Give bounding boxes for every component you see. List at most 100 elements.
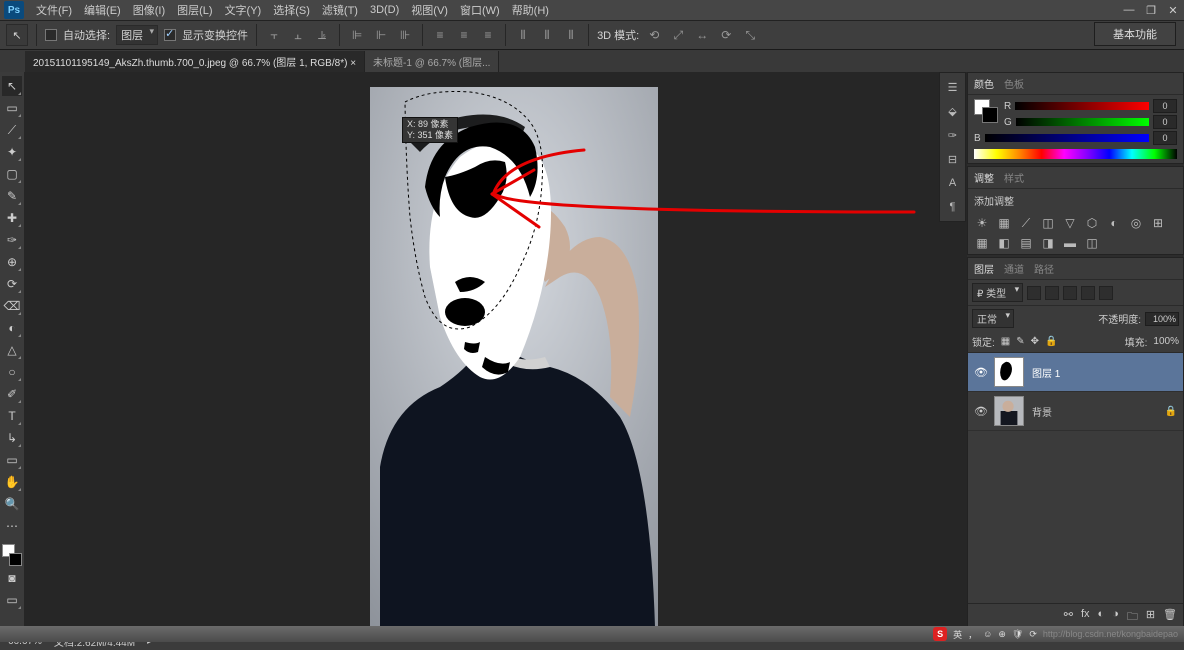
ime-sogou-icon[interactable]: S bbox=[933, 627, 947, 641]
distribute-spacing-icon-3[interactable]: ⦀ bbox=[562, 26, 580, 44]
adj-threshold-icon[interactable]: ◨ bbox=[1040, 236, 1056, 250]
tool-move[interactable]: ↖ bbox=[2, 76, 22, 96]
brushset-panel-icon[interactable]: ✑ bbox=[945, 127, 961, 143]
tool-blur[interactable]: △ bbox=[2, 340, 22, 360]
tool-shape[interactable]: ▭ bbox=[2, 450, 22, 470]
filter-adjust-icon[interactable] bbox=[1045, 286, 1059, 300]
fx-icon[interactable]: fx bbox=[1081, 608, 1090, 627]
para-panel-icon[interactable]: ¶ bbox=[945, 199, 961, 215]
adj-levels-icon[interactable]: ▦ bbox=[996, 216, 1012, 230]
tool-gradient[interactable]: ◐ bbox=[2, 318, 22, 338]
blend-mode-dropdown[interactable]: 正常 bbox=[972, 309, 1014, 328]
distribute-spacing-icon-1[interactable]: ⦀ bbox=[514, 26, 532, 44]
tool-text[interactable]: T bbox=[2, 406, 22, 426]
adj-selective-icon[interactable]: ◫ bbox=[1084, 236, 1100, 250]
hue-bar[interactable] bbox=[974, 149, 1177, 159]
filter-pixel-icon[interactable] bbox=[1027, 286, 1041, 300]
layer-name-2[interactable]: 背景 bbox=[1032, 404, 1052, 419]
3d-icon-4[interactable]: ⟳ bbox=[717, 26, 735, 44]
lock-brush-icon[interactable]: ✎ bbox=[1016, 336, 1024, 347]
adj-hue-icon[interactable]: ⬡ bbox=[1084, 216, 1100, 230]
layers-tab[interactable]: 图层 bbox=[974, 261, 994, 276]
adj-poster-icon[interactable]: ▤ bbox=[1018, 236, 1034, 250]
adj-curves-icon[interactable]: ⟋ bbox=[1018, 216, 1034, 230]
tool-zoom[interactable]: 🔍 bbox=[2, 494, 22, 514]
adj-lookup-icon[interactable]: ▦ bbox=[974, 236, 990, 250]
visibility-icon[interactable]: 👁 bbox=[974, 366, 986, 379]
opacity-value[interactable]: 100% bbox=[1145, 312, 1179, 326]
brush-panel-icon[interactable]: ⬙ bbox=[945, 103, 961, 119]
menu-help[interactable]: 帮助(H) bbox=[506, 2, 555, 18]
color-swatch[interactable] bbox=[2, 544, 22, 566]
clone-panel-icon[interactable]: ⊟ bbox=[945, 151, 961, 167]
tool-brush[interactable]: ✑ bbox=[2, 230, 22, 250]
channels-tab[interactable]: 通道 bbox=[1004, 261, 1024, 276]
adj-gradient-icon[interactable]: ▬ bbox=[1062, 236, 1078, 250]
tool-lasso[interactable]: ⟋ bbox=[2, 120, 22, 140]
align-right-icon[interactable]: ⊪ bbox=[396, 26, 414, 44]
current-tool-icon[interactable]: ↖ bbox=[6, 24, 28, 46]
tool-dodge[interactable]: ○ bbox=[2, 362, 22, 382]
mask-icon[interactable]: ◐ bbox=[1098, 608, 1105, 627]
layer-filter-kind[interactable]: ₽ 类型 bbox=[972, 283, 1023, 302]
show-transform-checkbox[interactable] bbox=[164, 29, 176, 41]
workspace-switcher[interactable]: 基本功能 bbox=[1094, 22, 1176, 46]
g-slider[interactable] bbox=[1016, 118, 1149, 126]
tool-marquee[interactable]: ▭ bbox=[2, 98, 22, 118]
trash-icon[interactable]: 🗑 bbox=[1163, 608, 1177, 627]
tray-icon[interactable]: 🛡 bbox=[1012, 629, 1023, 640]
3d-icon-3[interactable]: ↔ bbox=[693, 26, 711, 44]
tray-icon[interactable]: ☺ bbox=[983, 629, 992, 639]
layer-thumb-2[interactable] bbox=[994, 396, 1024, 426]
g-value[interactable]: 0 bbox=[1153, 115, 1177, 129]
tool-more[interactable]: ⋯ bbox=[2, 516, 22, 536]
b-value[interactable]: 0 bbox=[1153, 131, 1177, 145]
menu-file[interactable]: 文件(F) bbox=[30, 2, 78, 18]
tool-quickmask[interactable]: ◙ bbox=[2, 568, 22, 588]
tool-path[interactable]: ↳ bbox=[2, 428, 22, 448]
r-slider[interactable] bbox=[1015, 102, 1149, 110]
layer-row-1[interactable]: 👁 图层 1 bbox=[968, 353, 1183, 392]
fill-adj-icon[interactable]: ◑ bbox=[1112, 608, 1119, 627]
menu-filter[interactable]: 滤镜(T) bbox=[316, 2, 364, 18]
lock-all-icon[interactable]: 🔒 bbox=[1045, 336, 1057, 347]
document-tab-1[interactable]: 20151101195149_AksZh.thumb.700_0.jpeg @ … bbox=[25, 51, 365, 72]
layer-name-1[interactable]: 图层 1 bbox=[1032, 365, 1060, 380]
lock-move-icon[interactable]: ✥ bbox=[1031, 336, 1039, 347]
menu-window[interactable]: 窗口(W) bbox=[454, 2, 506, 18]
align-left-icon[interactable]: ⊫ bbox=[348, 26, 366, 44]
r-value[interactable]: 0 bbox=[1153, 99, 1177, 113]
styles-tab[interactable]: 样式 bbox=[1004, 170, 1024, 185]
menu-select[interactable]: 选择(S) bbox=[267, 2, 316, 18]
adj-mixer-icon[interactable]: ⊞ bbox=[1150, 216, 1166, 230]
color-swatch-pair[interactable] bbox=[974, 99, 998, 123]
adj-invert-icon[interactable]: ◧ bbox=[996, 236, 1012, 250]
tool-pen[interactable]: ✐ bbox=[2, 384, 22, 404]
menu-3d[interactable]: 3D(D) bbox=[364, 4, 405, 16]
tool-history-brush[interactable]: ⟳ bbox=[2, 274, 22, 294]
tool-heal[interactable]: ✚ bbox=[2, 208, 22, 228]
filter-smart-icon[interactable] bbox=[1099, 286, 1113, 300]
adj-brightness-icon[interactable]: ☀ bbox=[974, 216, 990, 230]
new-layer-icon[interactable]: ⊞ bbox=[1146, 608, 1155, 627]
tool-crop[interactable]: ▢ bbox=[2, 164, 22, 184]
tool-eraser[interactable]: ⌫ bbox=[2, 296, 22, 316]
distribute-icon-1[interactable]: ≡ bbox=[431, 26, 449, 44]
filter-shape-icon[interactable] bbox=[1081, 286, 1095, 300]
window-restore[interactable]: ❐ bbox=[1140, 2, 1162, 18]
window-close[interactable]: ✕ bbox=[1162, 2, 1184, 18]
menu-layer[interactable]: 图层(L) bbox=[171, 2, 218, 18]
b-slider[interactable] bbox=[985, 134, 1149, 142]
distribute-icon-2[interactable]: ≡ bbox=[455, 26, 473, 44]
3d-icon-5[interactable]: ⤡ bbox=[741, 26, 759, 44]
tool-hand[interactable]: ✋ bbox=[2, 472, 22, 492]
tray-icon[interactable]: ⊕ bbox=[998, 629, 1006, 640]
align-bottom-icon[interactable]: ⫡ bbox=[313, 26, 331, 44]
adj-vibrance-icon[interactable]: ▽ bbox=[1062, 216, 1078, 230]
lock-pixels-icon[interactable]: ▦ bbox=[1001, 336, 1010, 347]
auto-select-dropdown[interactable]: 图层 bbox=[116, 25, 158, 45]
adj-bw-icon[interactable]: ◐ bbox=[1106, 216, 1122, 230]
adjust-tab[interactable]: 调整 bbox=[974, 170, 994, 185]
3d-icon-2[interactable]: ⤢ bbox=[669, 26, 687, 44]
tool-quick-select[interactable]: ✦ bbox=[2, 142, 22, 162]
